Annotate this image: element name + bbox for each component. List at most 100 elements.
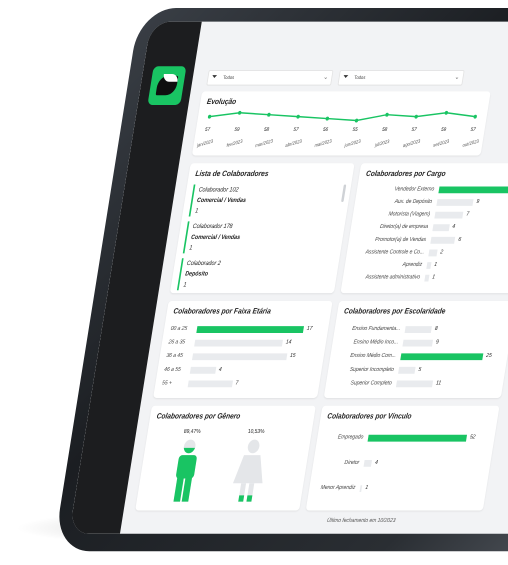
escolaridade-bar[interactable] — [400, 353, 484, 361]
faixa-label: 36 a 45 — [165, 353, 184, 360]
cargo-title: Colaboradores por Cargo — [365, 169, 447, 178]
footer-last-close: Último fechamento em 10/2023 — [326, 518, 396, 525]
escolaridade-bar[interactable] — [395, 380, 434, 388]
list-item-dept: Depósito — [184, 270, 209, 278]
brand-logo-icon[interactable] — [147, 66, 187, 105]
faixa-bar[interactable] — [191, 353, 288, 361]
evolucao-point[interactable] — [238, 110, 242, 115]
cargo-label: Assistente Controle e Co... — [365, 249, 425, 256]
cargo-bar[interactable] — [428, 249, 438, 257]
cargo-label: Aux. de Depósito — [394, 199, 433, 205]
faixa-bar[interactable] — [189, 366, 216, 374]
evolucao-month-label: mai/2023 — [314, 138, 332, 148]
lista-colaboradores-panel: Lista de Colaboradores Colaborador 102 Co… — [169, 163, 355, 294]
evolucao-data-label: 56 — [322, 127, 328, 133]
faixa-label: 00 a 25 — [170, 326, 188, 332]
chevron-down-icon: ⌄ — [454, 73, 460, 81]
escolaridade-value: 11 — [435, 380, 442, 387]
cargo-label: Assistente administrativo — [365, 274, 421, 281]
escolaridade-value: 25 — [485, 353, 493, 360]
escolaridade-label: Superior Completo — [350, 380, 393, 387]
escolaridade-label: Ensino Fundamenta... — [351, 326, 401, 332]
evolucao-point[interactable] — [414, 114, 418, 119]
faixa-value: 4 — [218, 366, 222, 373]
escolaridade-bar[interactable] — [398, 366, 416, 374]
cargo-bar[interactable] — [424, 274, 430, 282]
list-item-count: 1 — [182, 281, 188, 289]
evolucao-point[interactable] — [473, 114, 477, 119]
cargo-value: 7 — [465, 211, 470, 218]
list-item-count: 1 — [194, 207, 199, 215]
evolucao-data-label: 59 — [441, 127, 447, 133]
cargo-value: 6 — [457, 236, 462, 243]
evolucao-month-label: jun/2023 — [344, 138, 362, 148]
cargo-bar[interactable] — [436, 199, 474, 206]
list-item[interactable]: Colaborador 2 Depósito 1 — [176, 258, 311, 291]
escolaridade-bar[interactable] — [404, 326, 432, 333]
cargo-value: 2 — [439, 249, 444, 256]
vinculo-panel: Colaboradores por Vínculo Empregado 52 Dir… — [305, 405, 500, 511]
evolucao-data-label: 58 — [382, 127, 388, 133]
faixa-bar[interactable] — [196, 326, 304, 333]
escolaridade-label: Superior Incompleto — [349, 366, 395, 373]
evolucao-month-label: ago/2023 — [403, 138, 421, 148]
cargo-panel: Colaboradores por Cargo Vendedor Externo… — [340, 163, 508, 294]
filter-icon: ⏷ — [211, 72, 218, 81]
list-item[interactable]: Colaborador 102 Comercial / Vendas 1 — [188, 184, 323, 217]
faixa-label: 46 a 55 — [163, 366, 182, 373]
evolucao-point[interactable] — [267, 112, 271, 117]
tablet-device: ⏷ Todos ⌄ ⏷ Todos ⌄ Evolução 57 jan/2023 5… — [53, 8, 508, 552]
cargo-label: Motorista (Viagem) — [388, 211, 431, 218]
evolucao-panel: Evolução 57 jan/2023 59 fev/2023 58 mar/2023 5… — [191, 91, 491, 156]
cargo-bar[interactable] — [438, 186, 508, 194]
evolucao-month-label: fev/2023 — [226, 138, 243, 148]
faixa-value: 14 — [285, 339, 292, 346]
evolucao-point[interactable] — [354, 118, 359, 123]
cargo-label: Vendedor Externo — [394, 186, 435, 193]
list-item[interactable]: Colaborador 178 Comercial / Vendas 1 — [182, 221, 317, 254]
vinculo-label: Empregado — [337, 434, 364, 441]
evolucao-point[interactable] — [207, 114, 212, 119]
list-item-dept: Comercial / Vendas — [196, 197, 247, 204]
filter-dropdown-2[interactable]: ⏷ Todos ⌄ — [337, 70, 465, 86]
cargo-label: Diretor(a) de empresa — [379, 224, 429, 231]
vinculo-bar[interactable] — [359, 485, 363, 493]
evolucao-data-label: 57 — [204, 127, 210, 133]
evolucao-data-label: 57 — [470, 127, 476, 133]
evolucao-point[interactable] — [444, 110, 449, 115]
evolucao-point[interactable] — [325, 116, 329, 121]
faixa-bar[interactable] — [187, 380, 233, 388]
vinculo-bar[interactable] — [367, 434, 468, 442]
faixa-bar[interactable] — [194, 339, 284, 347]
evolucao-data-label: 57 — [293, 127, 299, 133]
filter-dropdown-1[interactable]: ⏷ Todos ⌄ — [206, 70, 334, 86]
vinculo-value: 1 — [364, 485, 369, 492]
evolucao-month-label: jul/2023 — [374, 138, 390, 148]
escolaridade-panel: Colaboradores por Escolaridade Ensino Fu… — [323, 300, 508, 398]
evolucao-month-label: out/2023 — [462, 138, 479, 148]
female-figure-icon — [232, 439, 263, 502]
male-figure-icon — [173, 439, 197, 502]
vinculo-bar[interactable] — [363, 460, 373, 467]
lista-scrollbar[interactable] — [341, 184, 347, 202]
faixa-value: 15 — [289, 353, 296, 360]
evolucao-point[interactable] — [296, 114, 300, 119]
list-item-name: Colaborador 102 — [198, 186, 239, 194]
cargo-bar[interactable] — [426, 262, 432, 269]
cargo-bar[interactable] — [434, 211, 464, 219]
evolucao-data-label: 58 — [263, 127, 269, 133]
escolaridade-bar[interactable] — [402, 339, 434, 347]
escolaridade-value: 8 — [434, 326, 438, 332]
list-item-dept: Comercial / Vendas — [190, 234, 241, 241]
faixa-etaria-panel: Colaboradores por Faixa Etária 00 a 25 17… — [153, 300, 333, 398]
evolucao-line-chart: 57 jan/2023 59 fev/2023 58 mar/2023 57 abr/2023… — [196, 110, 479, 148]
escolaridade-value: 9 — [435, 339, 440, 346]
faixa-label: 55 + — [161, 380, 173, 387]
filter-icon: ⏷ — [342, 72, 350, 81]
list-item-count: 1 — [188, 244, 193, 252]
vinculo-label: Diretor — [343, 460, 360, 466]
tablet-screen: ⏷ Todos ⌄ ⏷ Todos ⌄ Evolução 57 jan/2023 5… — [69, 21, 508, 534]
cargo-bar[interactable] — [432, 224, 450, 232]
cargo-bar[interactable] — [430, 236, 456, 244]
evolucao-point[interactable] — [385, 112, 389, 117]
